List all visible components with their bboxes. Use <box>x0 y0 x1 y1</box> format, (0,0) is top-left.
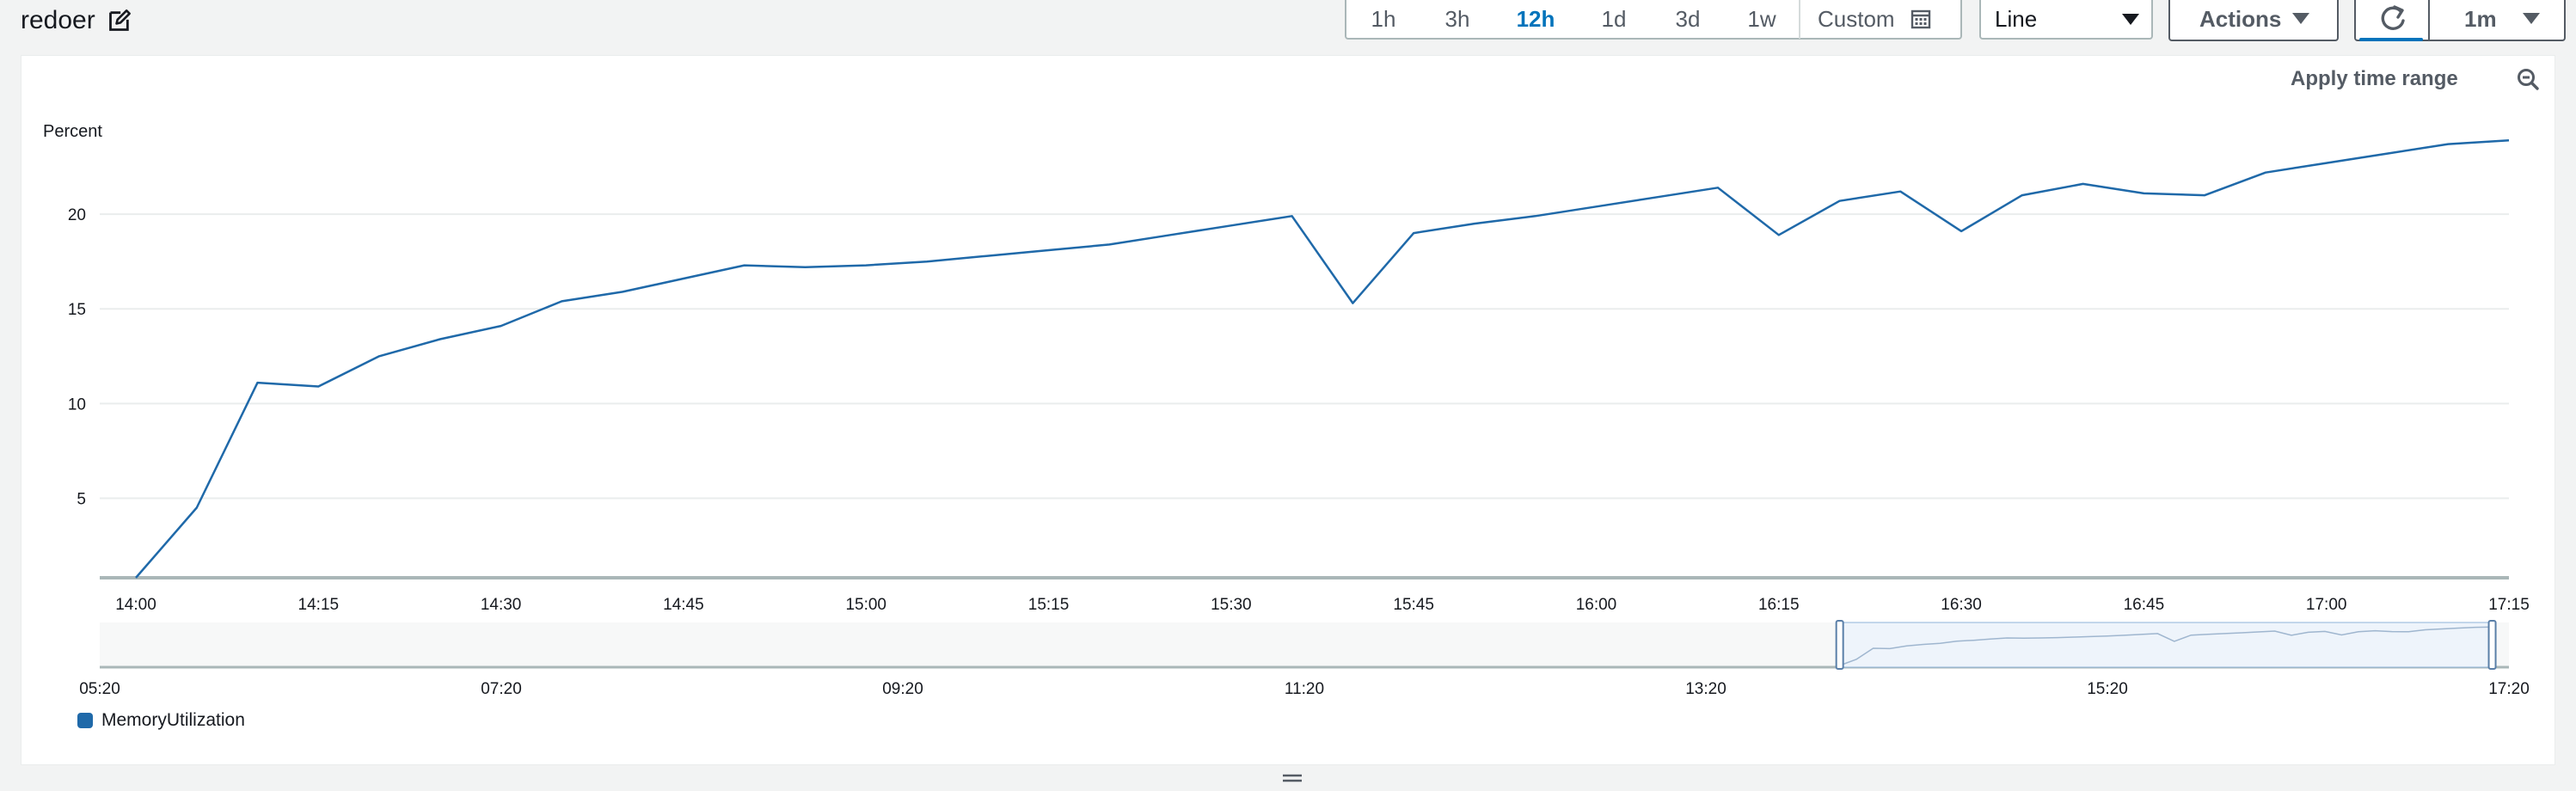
y-tick-label: 5 <box>77 490 86 508</box>
x-tick-label: 15:00 <box>845 596 886 614</box>
x-tick-label: 16:00 <box>1576 596 1617 614</box>
x-tick-label: 16:45 <box>2124 596 2165 614</box>
x-tick-label: 17:15 <box>2488 596 2530 614</box>
navigator-tick-label: 13:20 <box>1685 680 1727 698</box>
x-tick-label: 14:45 <box>663 596 704 614</box>
navigator-tick-label: 11:20 <box>1285 680 1324 698</box>
navigator-handle <box>2487 620 2497 670</box>
x-tick-label: 16:15 <box>1758 596 1800 614</box>
x-tick-label: 15:45 <box>1393 596 1434 614</box>
series-line-memory-utilization <box>135 138 2510 579</box>
x-tick-label: 15:15 <box>1028 596 1070 614</box>
navigator-tick-label: 15:20 <box>2087 680 2128 698</box>
navigator-tick-label: 17:20 <box>2488 680 2530 698</box>
x-tick-label: 14:00 <box>115 596 156 614</box>
x-tick-label: 14:15 <box>298 596 340 614</box>
y-tick-label: 15 <box>68 301 86 319</box>
y-axis-label: Percent <box>43 122 102 141</box>
x-tick-label: 17:00 <box>2306 596 2347 614</box>
chart-legend: MemoryUtilization <box>77 710 245 731</box>
x-tick-label: 15:30 <box>1211 596 1252 614</box>
legend-label[interactable]: MemoryUtilization <box>101 710 245 731</box>
resize-handle-icon[interactable] <box>1279 770 1305 786</box>
navigator-selection <box>1839 622 2493 668</box>
memory-utilization-chart: Percent 5 10 15 20 14:00 14:15 14:30 14:45 15:00 1… <box>43 122 2530 698</box>
navigator-tick-label: 05:20 <box>79 680 120 698</box>
navigator-tick-label: 07:20 <box>481 680 522 698</box>
y-tick-label: 10 <box>68 396 86 414</box>
legend-swatch[interactable] <box>77 713 93 728</box>
y-tick-label: 20 <box>68 206 86 224</box>
x-tick-label: 14:30 <box>481 596 522 614</box>
x-tick-label: 16:30 <box>1941 596 1982 614</box>
navigator-handle <box>1835 620 1844 670</box>
navigator-tick-label: 09:20 <box>882 680 923 698</box>
